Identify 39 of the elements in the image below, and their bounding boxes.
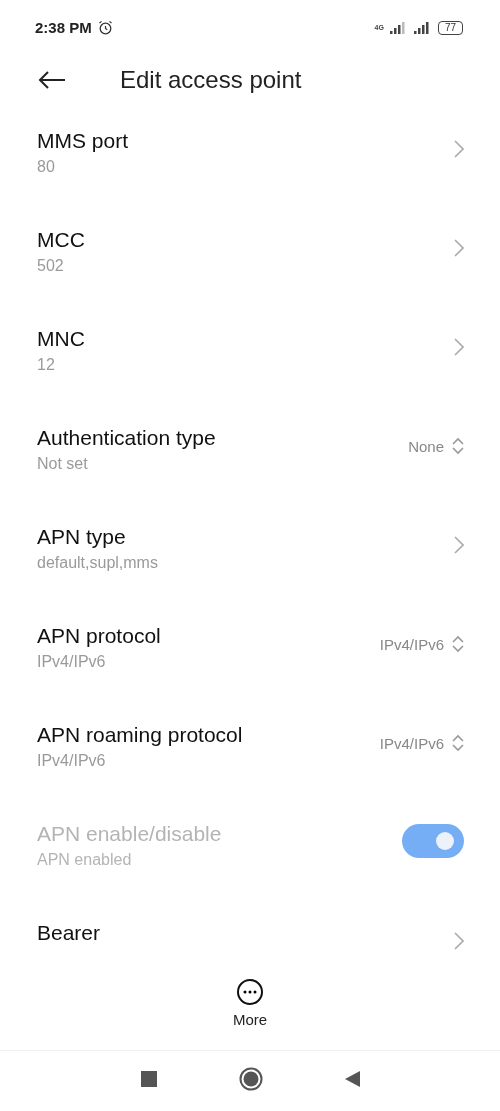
selected-option: None [408,437,444,455]
setting-title[interactable]: APN protocol [37,623,161,649]
chevron-right-icon [454,239,464,257]
signal-icon [389,21,408,34]
setting-title[interactable]: MMS port [37,128,128,154]
setting-title[interactable]: Authentication type [37,425,216,451]
chevron-right-icon [454,140,464,158]
setting-value: 12 [37,355,56,375]
up-down-icon [452,635,464,653]
more-icon [236,977,264,1006]
setting-value: Not set [37,454,89,474]
selected-option: IPv4/IPv6 [379,635,444,653]
setting-value: IPv4/IPv6 [37,652,107,672]
alarm-clock-icon [97,20,113,35]
battery-level: 77 [437,20,463,35]
setting-title[interactable]: APN type [37,524,158,550]
page-title: Edit access point [120,66,302,94]
setting-value: APN enabled [37,850,133,870]
up-down-icon [452,437,464,455]
setting-value: IPv4/IPv6 [37,751,107,771]
back-arrow-icon[interactable] [38,71,66,89]
setting-title[interactable]: MNC [37,326,85,352]
chevron-right-icon [454,932,464,950]
setting-title[interactable]: APN roaming protocol [37,722,243,748]
status-time: 2:38 PM [35,19,92,36]
recents-icon[interactable] [140,1071,157,1087]
more-button[interactable]: More [232,977,268,1028]
up-down-icon [452,734,464,752]
selected-option: IPv4/IPv6 [379,734,444,752]
chevron-right-icon [454,338,464,356]
setting-value: 502 [37,256,65,276]
signal-icon [413,21,432,34]
setting-value: 80 [37,157,56,177]
home-icon[interactable] [238,1067,263,1091]
setting-title[interactable]: Bearer [37,920,101,946]
chevron-right-icon [454,536,464,554]
back-icon[interactable] [344,1071,360,1087]
setting-title[interactable]: MCC [37,227,85,253]
setting-value: default,supl,mms [37,553,158,573]
